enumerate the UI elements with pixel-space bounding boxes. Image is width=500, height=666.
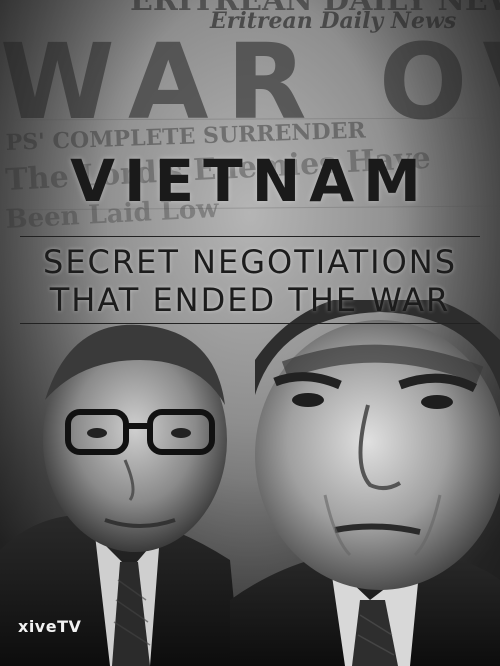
subtitle-line-1: SECRET NEGOTIATIONS [43,243,457,281]
title-block: VIETNAM [0,152,500,210]
portrait-left-man [0,324,240,666]
subtitle-line-2: THAT ENDED THE WAR [49,281,451,319]
xivetv-logo: xiveTV [18,617,82,636]
divider-bottom [20,323,480,324]
portraits-illustration [0,300,500,666]
main-title: VIETNAM [70,147,430,215]
movie-poster: Eritrean Daily News ERITREAN DAILY NEWS … [0,0,500,666]
newspaper-top-banner: ERITREAN DAILY NEWS [130,0,500,18]
portrait-right-man [230,300,500,666]
divider-top [20,236,480,237]
